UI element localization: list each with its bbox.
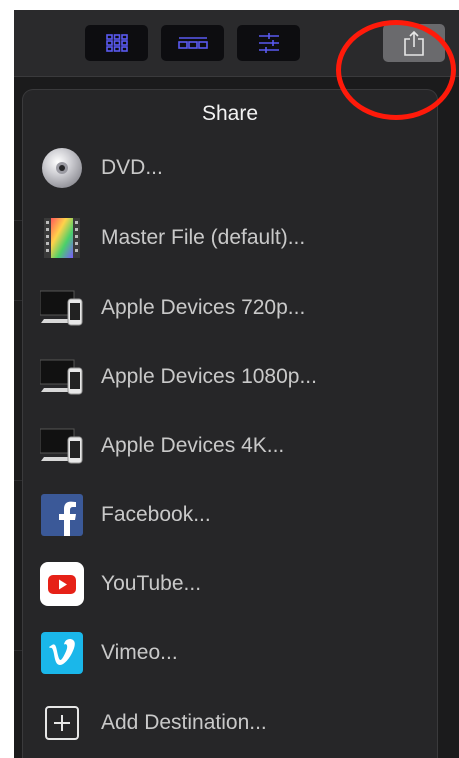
menu-item-apple-devices-720p[interactable]: Apple Devices 720p... xyxy=(23,278,437,338)
menu-item-apple-devices-4k[interactable]: Apple Devices 4K... xyxy=(23,416,437,476)
inspector-sliders-icon xyxy=(258,33,279,53)
menu-item-label: Vimeo... xyxy=(101,641,178,664)
menu-item-apple-devices-1080p[interactable]: Apple Devices 1080p... xyxy=(23,347,437,407)
menu-item-vimeo[interactable]: Vimeo... xyxy=(23,623,437,683)
add-destination-icon xyxy=(40,701,84,745)
highlight-annotation-circle xyxy=(336,20,456,120)
menu-item-label: Master File (default)... xyxy=(101,226,306,249)
youtube-icon xyxy=(40,562,84,606)
menu-item-label: Apple Devices 720p... xyxy=(101,296,306,319)
inspector-button[interactable] xyxy=(237,25,300,61)
share-popover: Share DVD... Master File (default)... Ap… xyxy=(23,90,437,758)
menu-item-label: YouTube... xyxy=(101,572,202,595)
background-line xyxy=(14,220,22,221)
browser-button[interactable] xyxy=(85,25,148,61)
apple-devices-icon xyxy=(40,286,84,330)
menu-item-label: Apple Devices 1080p... xyxy=(101,365,317,388)
browser-grid-icon xyxy=(105,34,128,52)
dvd-icon xyxy=(40,146,84,190)
timeline-icon xyxy=(177,37,208,49)
facebook-icon xyxy=(40,493,84,537)
master-file-icon xyxy=(40,216,84,260)
apple-devices-icon xyxy=(40,355,84,399)
menu-item-label: DVD... xyxy=(101,156,163,179)
menu-item-dvd[interactable]: DVD... xyxy=(23,138,437,198)
menu-item-youtube[interactable]: YouTube... xyxy=(23,554,437,614)
apple-devices-icon xyxy=(40,424,84,468)
menu-item-facebook[interactable]: Facebook... xyxy=(23,485,437,545)
timeline-button[interactable] xyxy=(161,25,224,61)
menu-item-label: Facebook... xyxy=(101,503,211,526)
menu-item-label: Add Destination... xyxy=(101,711,267,734)
background-line xyxy=(14,650,22,651)
menu-item-master-file[interactable]: Master File (default)... xyxy=(23,208,437,268)
app-window: Share DVD... Master File (default)... Ap… xyxy=(14,10,459,758)
menu-item-label: Apple Devices 4K... xyxy=(101,434,285,457)
background-line xyxy=(14,480,22,481)
background-line xyxy=(14,300,22,301)
vimeo-icon xyxy=(40,631,84,675)
menu-item-add-destination[interactable]: Add Destination... xyxy=(23,693,437,753)
